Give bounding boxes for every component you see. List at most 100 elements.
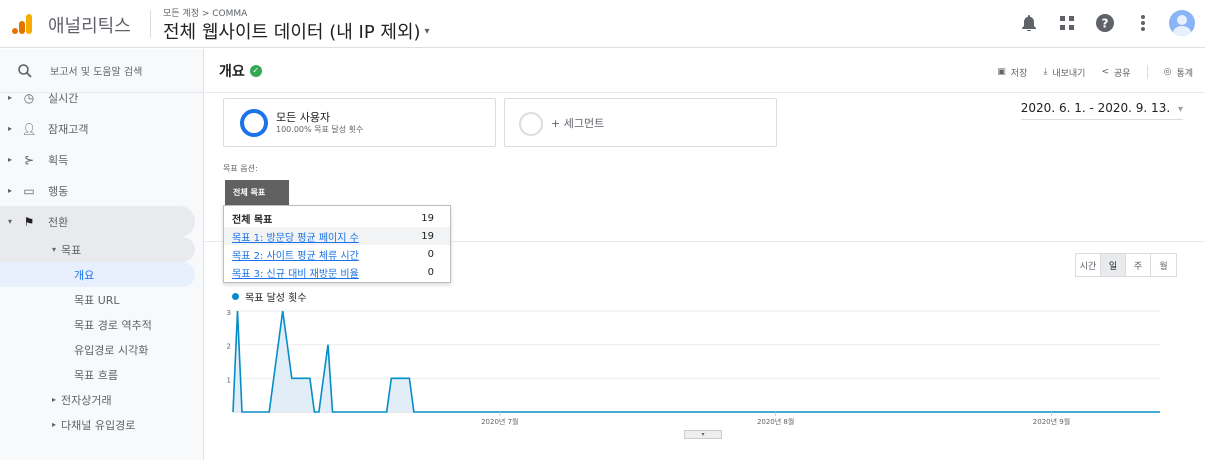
sidebar-item-acquisition[interactable]: ▸ ⊱ 획득 — [0, 144, 203, 175]
goal-menu-item[interactable]: 목표 1: 방문당 평균 페이지 수 19 — [224, 227, 450, 245]
y-tick-label: 3 — [227, 309, 231, 317]
sidebar: 보고서 및 도움말 검색 ▸ ◷ 실시간 ▸ 👤︎ 잠재고객 ▸ ⊱ 획득 ▸ … — [0, 49, 204, 460]
sidebar-item-label: 전자상거래 — [61, 393, 112, 407]
search-icon — [18, 63, 32, 78]
chart-collapse-handle[interactable]: ▾ — [684, 430, 722, 439]
sidebar-item-label: 잠재고객 — [48, 122, 89, 136]
sidebar-item-multichannel[interactable]: ▸ 다채널 유입경로 — [0, 412, 203, 437]
analytics-logo-icon[interactable] — [10, 12, 34, 36]
segment-name: 모든 사용자 — [276, 111, 331, 124]
goal-menu-label: 목표 3: 신규 대비 재방문 비율 — [232, 268, 359, 280]
period-day-button[interactable]: 일 — [1101, 254, 1126, 276]
sidebar-item-label: 다채널 유입경로 — [61, 418, 136, 432]
chevron-down-icon: ▾ — [424, 25, 430, 37]
caret-down-icon: ▾ — [52, 245, 57, 254]
window-icon: ▭ — [23, 183, 35, 198]
date-range-picker[interactable]: 2020. 6. 1. - 2020. 9. 13. ▾ — [1020, 101, 1183, 120]
caret-down-icon: ▾ — [7, 217, 12, 226]
help-icon[interactable]: ? — [1093, 11, 1117, 35]
add-segment-label: + 세그먼트 — [551, 117, 605, 130]
caret-right-icon: ▸ — [7, 155, 12, 164]
goal-completions-chart: 3 2 1 2020년 7월 2020년 8월 2020년 9월 — [227, 309, 1160, 426]
period-hour-button[interactable]: 시간 — [1076, 254, 1101, 276]
flag-icon: ⚑ — [23, 214, 35, 229]
caret-right-icon: ▸ — [7, 93, 12, 102]
apps-grid-icon[interactable] — [1055, 11, 1079, 35]
goal-option-dropdown[interactable]: 전체 목표 — [225, 180, 289, 205]
goal-menu-value: 19 — [421, 212, 434, 224]
property-selector[interactable]: 전체 웹사이트 데이터 (내 IP 제외) ▾ — [163, 18, 430, 44]
sidebar-item-label: 획득 — [48, 153, 69, 167]
series-area — [233, 311, 1160, 412]
period-toggle: 시간 일 주 월 — [1075, 253, 1177, 277]
save-icon: ▣ — [997, 67, 1006, 77]
sidebar-item-reverse-goal-path[interactable]: 목표 경로 역추적 — [0, 312, 203, 337]
export-label: 내보내기 — [1052, 68, 1086, 79]
report-actions: ▣ 저장 ⤓ 내보내기 < 공유 ◎ 통계 — [997, 65, 1193, 79]
person-icon: 👤︎ — [21, 121, 37, 136]
x-tick-label: 2020년 9월 — [1033, 417, 1070, 426]
goal-menu-value: 0 — [427, 248, 434, 260]
report-header: 개요 ✓ ▣ 저장 ⤓ 내보내기 < 공유 ◎ 통계 — [205, 49, 1205, 93]
divider — [150, 10, 151, 38]
bell-icon[interactable] — [1017, 11, 1041, 35]
sidebar-item-goal-flow[interactable]: 목표 흐름 — [0, 362, 203, 387]
main-content: 개요 ✓ ▣ 저장 ⤓ 내보내기 < 공유 ◎ 통계 모든 사용자 100.00% 목표… — [205, 49, 1205, 460]
sidebar-item-goal-urls[interactable]: 목표 URL — [0, 287, 203, 312]
goal-menu-label: 목표 1: 방문당 평균 페이지 수 — [232, 232, 359, 244]
insights-icon: ◎ — [1163, 67, 1172, 77]
period-month-button[interactable]: 월 — [1151, 254, 1176, 276]
svg-text:?: ? — [1102, 17, 1109, 31]
sidebar-item-realtime[interactable]: ▸ ◷ 실시간 — [0, 82, 203, 113]
save-label: 저장 — [1010, 68, 1028, 79]
download-icon: ⤓ — [1043, 67, 1048, 77]
check-icon: ✓ — [249, 64, 262, 77]
sidebar-item-label: 실시간 — [48, 91, 79, 105]
segment-ring-icon — [240, 109, 268, 137]
more-vert-icon[interactable] — [1131, 11, 1155, 35]
caret-right-icon: ▸ — [52, 395, 57, 404]
goal-menu-value: 19 — [421, 230, 434, 242]
goal-menu-item[interactable]: 목표 3: 신규 대비 재방문 비율 0 — [224, 263, 450, 281]
insights-label: 통계 — [1176, 68, 1193, 79]
page-title: 개요 — [219, 63, 245, 80]
goal-option-label: 목표 옵션: — [223, 164, 258, 173]
y-tick-label: 1 — [227, 376, 231, 384]
segment-all-users[interactable]: 모든 사용자 100.00% 목표 달성 횟수 — [223, 98, 496, 147]
goal-menu-value: 0 — [427, 266, 434, 278]
sidebar-item-funnel-visualization[interactable]: 유입경로 시각화 — [0, 337, 203, 362]
sidebar-item-conversions[interactable]: ▾ ⚑ 전환 — [0, 206, 195, 237]
sidebar-item-label: 전환 — [48, 215, 69, 229]
share-button[interactable]: < 공유 — [1101, 66, 1130, 79]
insights-button[interactable]: ◎ 통계 — [1164, 66, 1193, 79]
x-tick-label: 2020년 8월 — [757, 417, 794, 426]
y-tick-label: 2 — [227, 343, 231, 351]
property-title: 전체 웹사이트 데이터 (내 IP 제외) — [163, 22, 421, 43]
goal-option-menu: 전체 목표 19 목표 1: 방문당 평균 페이지 수 19 목표 2: 사이트… — [223, 205, 451, 283]
sidebar-item-goals[interactable]: ▾ 목표 — [0, 237, 195, 262]
sidebar-item-audience[interactable]: ▸ 👤︎ 잠재고객 — [0, 113, 203, 144]
caret-right-icon: ▸ — [52, 420, 57, 429]
x-tick-label: 2020년 7월 — [481, 417, 518, 426]
period-week-button[interactable]: 주 — [1126, 254, 1151, 276]
goal-menu-item[interactable]: 목표 2: 사이트 평균 체류 시간 0 — [224, 245, 450, 263]
acquisition-icon: ⊱ — [23, 152, 35, 167]
goal-menu-label: 전체 목표 — [232, 214, 273, 226]
series-line — [232, 310, 1160, 413]
add-segment-button[interactable]: + 세그먼트 — [504, 98, 777, 147]
search-placeholder: 보고서 및 도움말 검색 — [50, 67, 143, 78]
save-button[interactable]: ▣ 저장 — [997, 66, 1027, 79]
chevron-down-icon: ▾ — [1177, 104, 1183, 115]
share-icon: < — [1101, 67, 1110, 77]
sidebar-item-ecommerce[interactable]: ▸ 전자상거래 — [0, 387, 203, 412]
share-label: 공유 — [1114, 68, 1131, 79]
goal-menu-item[interactable]: 전체 목표 19 — [224, 209, 450, 227]
segment-ring-icon — [519, 112, 543, 136]
date-range-text: 2020. 6. 1. - 2020. 9. 13. — [1020, 101, 1171, 115]
sidebar-item-goals-overview[interactable]: 개요 — [0, 262, 195, 287]
segment-subtext: 100.00% 목표 달성 횟수 — [276, 125, 364, 134]
sidebar-item-behavior[interactable]: ▸ ▭ 행동 — [0, 175, 203, 206]
export-button[interactable]: ⤓ 내보내기 — [1043, 66, 1085, 79]
caret-right-icon: ▸ — [7, 124, 12, 133]
avatar[interactable] — [1169, 10, 1195, 36]
